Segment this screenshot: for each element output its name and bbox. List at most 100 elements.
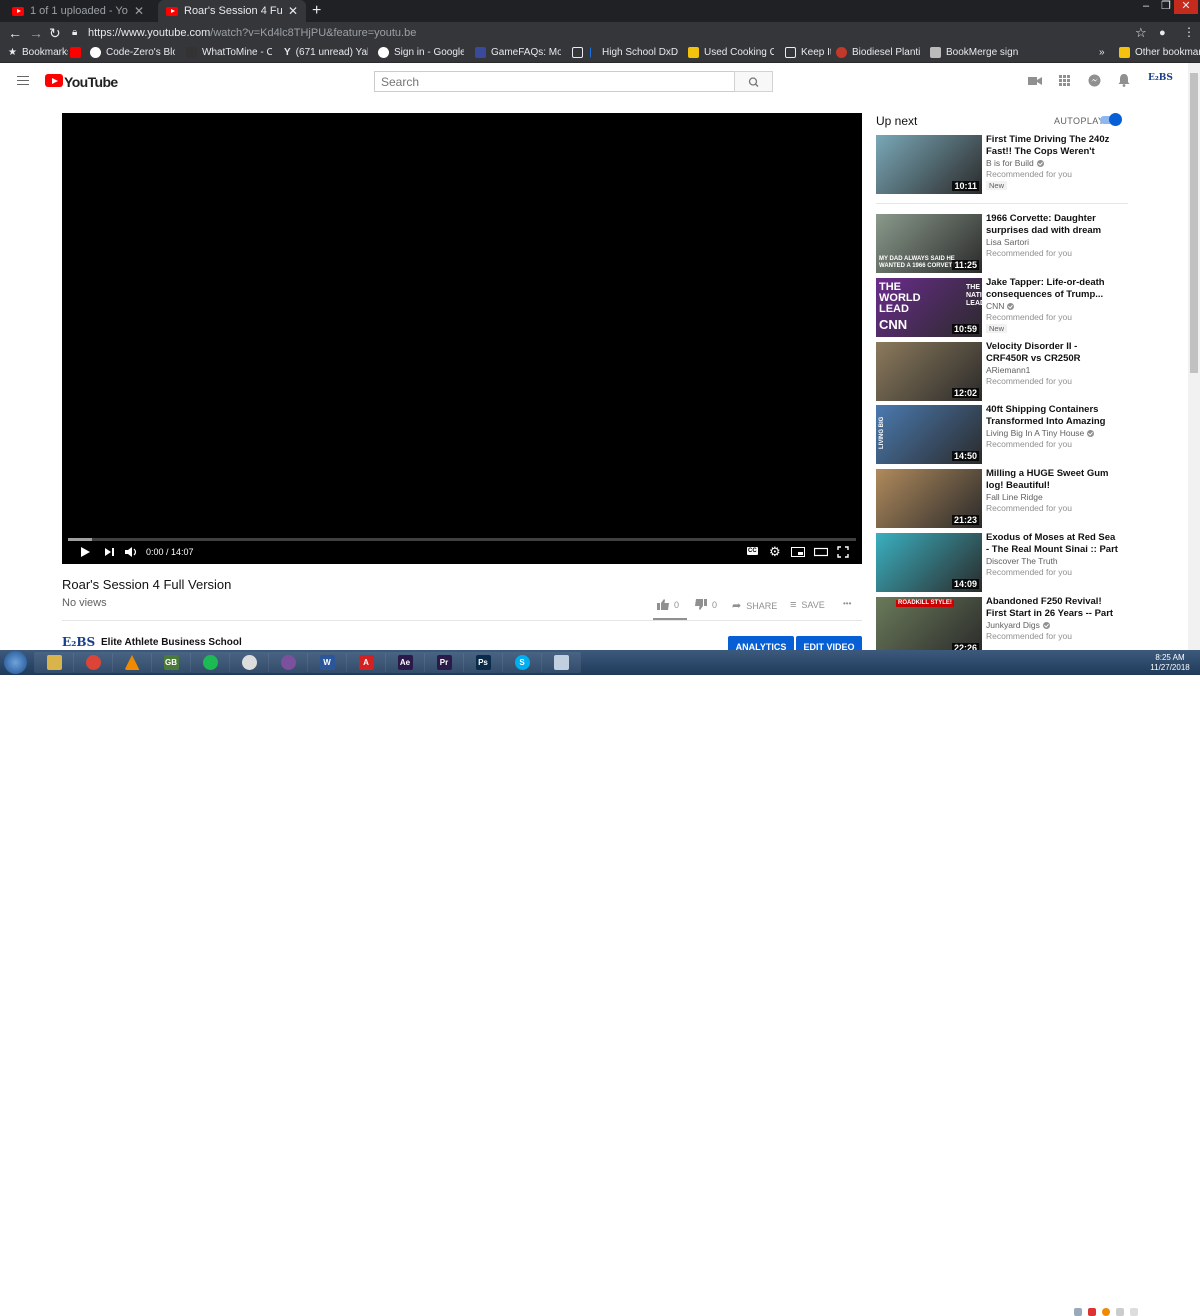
fullscreen-icon[interactable] xyxy=(837,546,849,558)
recommendation-title[interactable]: Jake Tapper: Life-or-death consequences … xyxy=(986,277,1118,300)
hamburger-menu-icon[interactable] xyxy=(17,76,29,85)
bookmark-star-icon[interactable]: ☆ xyxy=(1135,25,1147,41)
taskbar-app-photoshop[interactable]: Ps xyxy=(463,652,503,673)
taskbar-app-premiere[interactable]: Pr xyxy=(424,652,464,673)
recommendation-item[interactable]: 21:23 Milling a HUGE Sweet Gum log! Beaut… xyxy=(876,468,1136,529)
taskbar-app-viber[interactable] xyxy=(268,652,308,673)
video-thumbnail[interactable]: 10:11 xyxy=(876,135,982,194)
bookmark-item-youtube[interactable] xyxy=(70,47,84,58)
lock-icon[interactable]: 🔒︎ xyxy=(72,27,77,38)
browser-tab-video[interactable]: Roar's Session 4 Full Version - Yo ✕ xyxy=(158,0,306,22)
taskbar-app-chrome[interactable] xyxy=(73,652,113,673)
messages-icon[interactable] xyxy=(1088,74,1101,87)
video-thumbnail[interactable]: MY DAD ALWAYS SAID HE WANTED A 1966 CORV… xyxy=(876,214,982,273)
recommendation-title[interactable]: 40ft Shipping Containers Transformed Int… xyxy=(986,404,1118,427)
avatar[interactable]: E₂BS xyxy=(1148,73,1173,83)
create-video-icon[interactable] xyxy=(1028,76,1042,86)
taskbar-app-acrobat[interactable]: A xyxy=(346,652,386,673)
network-icon[interactable] xyxy=(1116,1308,1124,1316)
recommendation-channel[interactable]: Living Big In A Tiny House xyxy=(986,428,1095,438)
bookmarks-overflow-icon[interactable]: » xyxy=(1099,47,1105,58)
scrollbar-thumb[interactable] xyxy=(1190,73,1198,373)
recommendation-channel[interactable]: CNN xyxy=(986,301,1015,311)
recommendation-title[interactable]: Abandoned F250 Revival! First Start in 2… xyxy=(986,596,1118,619)
video-thumbnail[interactable]: THE WORLD LEAD THE NATI LEAD CNN 10:59 xyxy=(876,278,982,337)
bookmark-item-whattomine[interactable]: WhatToMine - Crypto xyxy=(186,47,272,58)
recommendation-title[interactable]: 1966 Corvette: Daughter surprises dad wi… xyxy=(986,213,1118,236)
miniplayer-icon[interactable] xyxy=(791,547,805,557)
window-close-icon[interactable]: ✕ xyxy=(1174,0,1198,14)
bookmark-item-keepit[interactable]: Keep It! xyxy=(785,47,831,58)
bookmark-item-bookmarks[interactable]: ★ Bookmarks xyxy=(8,47,68,58)
recommendation-title[interactable]: Exodus of Moses at Red Sea - The Real Mo… xyxy=(986,532,1118,555)
more-actions-icon[interactable]: ••• xyxy=(843,599,851,608)
recommendation-item[interactable]: THE WORLD LEAD THE NATI LEAD CNN 10:59 Jake … xyxy=(876,277,1136,338)
recommendation-item[interactable]: 10:11 First Time Driving The 240z Fast!! … xyxy=(876,134,1136,195)
incognito-icon[interactable]: ● xyxy=(1159,27,1166,39)
recommendation-item[interactable]: ROADKILL STYLE! 22:26 Abandoned F250 Reviv… xyxy=(876,596,1136,657)
tray-expand-icon[interactable] xyxy=(1074,1308,1082,1316)
tray-app-icon[interactable] xyxy=(1102,1308,1110,1316)
theater-mode-icon[interactable] xyxy=(814,547,828,557)
recommendation-item[interactable]: 14:09 Exodus of Moses at Red Sea - The Re… xyxy=(876,532,1136,593)
channel-name[interactable]: Elite Athlete Business School xyxy=(101,637,242,648)
browser-tab-uploads[interactable]: 1 of 1 uploaded - YouTube ✕ xyxy=(4,0,152,22)
bookmark-item-gamefaqs[interactable]: GameFAQs: Monster xyxy=(475,47,561,58)
close-icon[interactable]: ✕ xyxy=(288,4,298,18)
recommendation-item[interactable]: MY DAD ALWAYS SAID HE WANTED A 1966 CORV… xyxy=(876,213,1136,274)
recommendation-channel[interactable]: B is for Build xyxy=(986,158,1044,168)
recommendation-channel[interactable]: Lisa Sartori xyxy=(986,237,1029,247)
bookmark-item-blog[interactable]: Code-Zero's Blog | LI xyxy=(90,47,175,58)
recommendation-title[interactable]: Milling a HUGE Sweet Gum log! Beautiful! xyxy=(986,468,1118,491)
settings-gear-icon[interactable]: ⚙ xyxy=(769,544,781,560)
start-button-icon[interactable] xyxy=(4,651,27,674)
recommendation-channel[interactable]: Discover The Truth xyxy=(986,556,1058,566)
autoplay-toggle[interactable] xyxy=(1100,113,1122,126)
bookmark-item-dxd[interactable]: High School DxD - Ba xyxy=(572,47,678,58)
recommendation-title[interactable]: Velocity Disorder II - CRF450R vs CR250R xyxy=(986,341,1118,364)
taskbar-app-clock[interactable] xyxy=(229,652,269,673)
taskbar-app-miner[interactable]: GB xyxy=(151,652,191,673)
share-button[interactable]: ➦ SHARE xyxy=(732,599,777,612)
taskbar-app-explorer[interactable] xyxy=(34,652,74,673)
recommendation-item[interactable]: 12:02 Velocity Disorder II - CRF450R vs C… xyxy=(876,341,1136,402)
captions-icon[interactable]: CC xyxy=(747,547,758,555)
search-button[interactable] xyxy=(734,71,773,92)
bookmark-item-yahoo[interactable]: Y (671 unread) Yahoo! xyxy=(284,47,368,58)
recommendation-item[interactable]: LIVING BIG 14:50 40ft Shipping Containers … xyxy=(876,404,1136,465)
video-thumbnail[interactable]: LIVING BIG 14:50 xyxy=(876,405,982,464)
volume-tray-icon[interactable] xyxy=(1130,1308,1138,1316)
youtube-wordmark[interactable]: YouTube xyxy=(64,74,118,90)
taskbar-app-vlc[interactable] xyxy=(112,652,152,673)
recommendation-title[interactable]: First Time Driving The 240z Fast!! The C… xyxy=(986,134,1118,157)
recommendation-channel[interactable]: Junkyard Digs xyxy=(986,620,1050,630)
volume-icon[interactable] xyxy=(124,546,138,558)
taskbar-app-spotify[interactable] xyxy=(190,652,230,673)
progress-bar[interactable] xyxy=(68,538,856,541)
taskbar-app-after-effects[interactable]: Ae xyxy=(385,652,425,673)
apps-grid-icon[interactable] xyxy=(1059,75,1070,86)
close-icon[interactable]: ✕ xyxy=(134,4,144,18)
save-button[interactable]: ≡ SAVE xyxy=(790,599,825,611)
bookmark-item-biodiesel[interactable]: Biodiesel Planting.jat xyxy=(836,47,920,58)
bookmark-item-cooking-oil[interactable]: Used Cooking Oil (uc xyxy=(688,47,774,58)
like-button[interactable]: 0 xyxy=(657,599,679,610)
reload-icon[interactable]: ↻ xyxy=(49,25,61,42)
channel-avatar[interactable]: E₂BS xyxy=(62,635,95,649)
forward-arrow-icon[interactable]: → xyxy=(29,25,43,41)
recommendation-channel[interactable]: ARiemann1 xyxy=(986,365,1030,375)
video-thumbnail[interactable]: 12:02 xyxy=(876,342,982,401)
menu-dots-icon[interactable]: ⋮ xyxy=(1183,25,1195,39)
taskbar-app-word[interactable]: W xyxy=(307,652,347,673)
video-player[interactable]: 0:00 / 14:07 CC ⚙ xyxy=(62,113,862,564)
next-icon[interactable] xyxy=(104,547,115,557)
new-tab-button[interactable]: + xyxy=(312,2,321,20)
youtube-logo-icon[interactable] xyxy=(45,74,63,87)
bookmark-item-google[interactable]: Sign in - Google Acc xyxy=(378,47,464,58)
tray-flag-icon[interactable] xyxy=(1088,1308,1096,1316)
video-thumbnail[interactable]: ROADKILL STYLE! 22:26 xyxy=(876,597,982,656)
play-icon[interactable] xyxy=(79,546,91,558)
other-bookmarks[interactable]: Other bookmarks xyxy=(1119,47,1200,58)
system-clock[interactable]: 8:25 AM 11/27/2018 xyxy=(1148,653,1192,673)
address-bar[interactable]: https://www.youtube.com/watch?v=Kd4lc8TH… xyxy=(88,27,416,39)
